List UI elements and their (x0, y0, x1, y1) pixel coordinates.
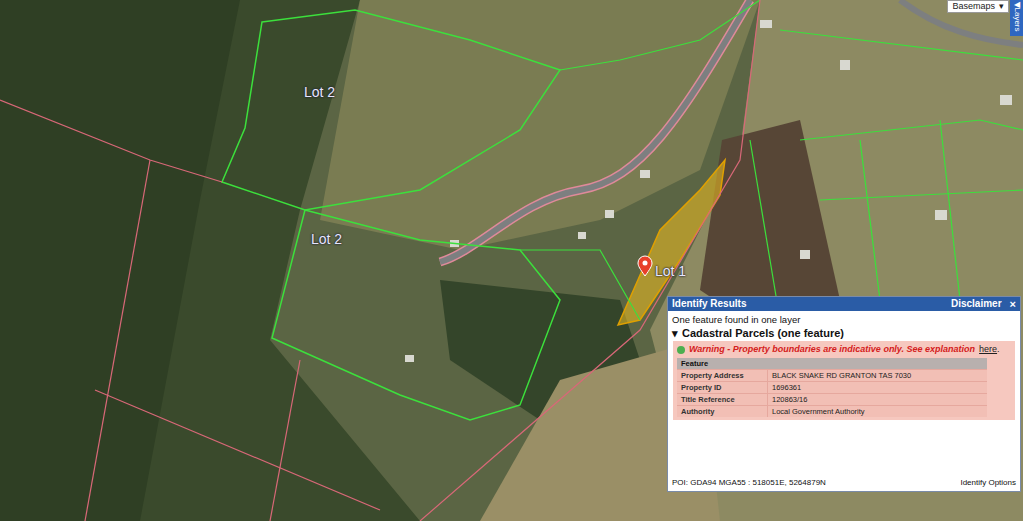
disclaimer-link[interactable]: Disclaimer (951, 298, 1002, 310)
table-row: Property ID1696361 (677, 381, 987, 393)
close-button[interactable]: × (1010, 298, 1016, 310)
panel-header: Identify ResultsDisclaimer× (668, 297, 1020, 311)
dropdown-arrow-icon: ▾ (999, 1, 1004, 12)
parcel-outline[interactable] (222, 10, 560, 210)
parcel-outline[interactable] (272, 210, 560, 420)
parcel-label: Lot 1 (655, 263, 686, 279)
warning-box: Warning - Property boundaries are indica… (673, 341, 1015, 420)
section-toggle[interactable]: ▾Cadastral Parcels (one feature) (668, 326, 1020, 340)
map-app: Lot 2 Lot 2 Lot 1 Basemaps▾◀Layers Identify … (0, 0, 1023, 521)
explanation-link[interactable]: here (979, 344, 997, 354)
parcel-label: Lot 2 (311, 231, 342, 247)
feature-table: FeatureProperty AddressBLACK SNAKE RD GR… (677, 358, 987, 417)
identify-options-link[interactable]: Identify Options (960, 478, 1016, 488)
panel-footer: POI: GDA94 MGA55 : 518051E, 5264879NIden… (668, 478, 1020, 491)
parcel-label: Lot 2 (304, 84, 335, 100)
table-row: AuthorityLocal Government Authority (677, 405, 987, 417)
table-row: Property AddressBLACK SNAKE RD GRANTON T… (677, 369, 987, 381)
table-row: Title Reference120863/16 (677, 393, 987, 405)
location-pin-icon[interactable] (638, 256, 652, 276)
basemaps-button[interactable]: Basemaps▾ (947, 0, 1009, 13)
info-icon (677, 346, 685, 354)
layers-tab[interactable]: ◀Layers (1010, 0, 1023, 36)
identify-panel: Identify ResultsDisclaimer×One feature f… (667, 296, 1021, 492)
summary-text: One feature found in one layer (668, 311, 1020, 326)
